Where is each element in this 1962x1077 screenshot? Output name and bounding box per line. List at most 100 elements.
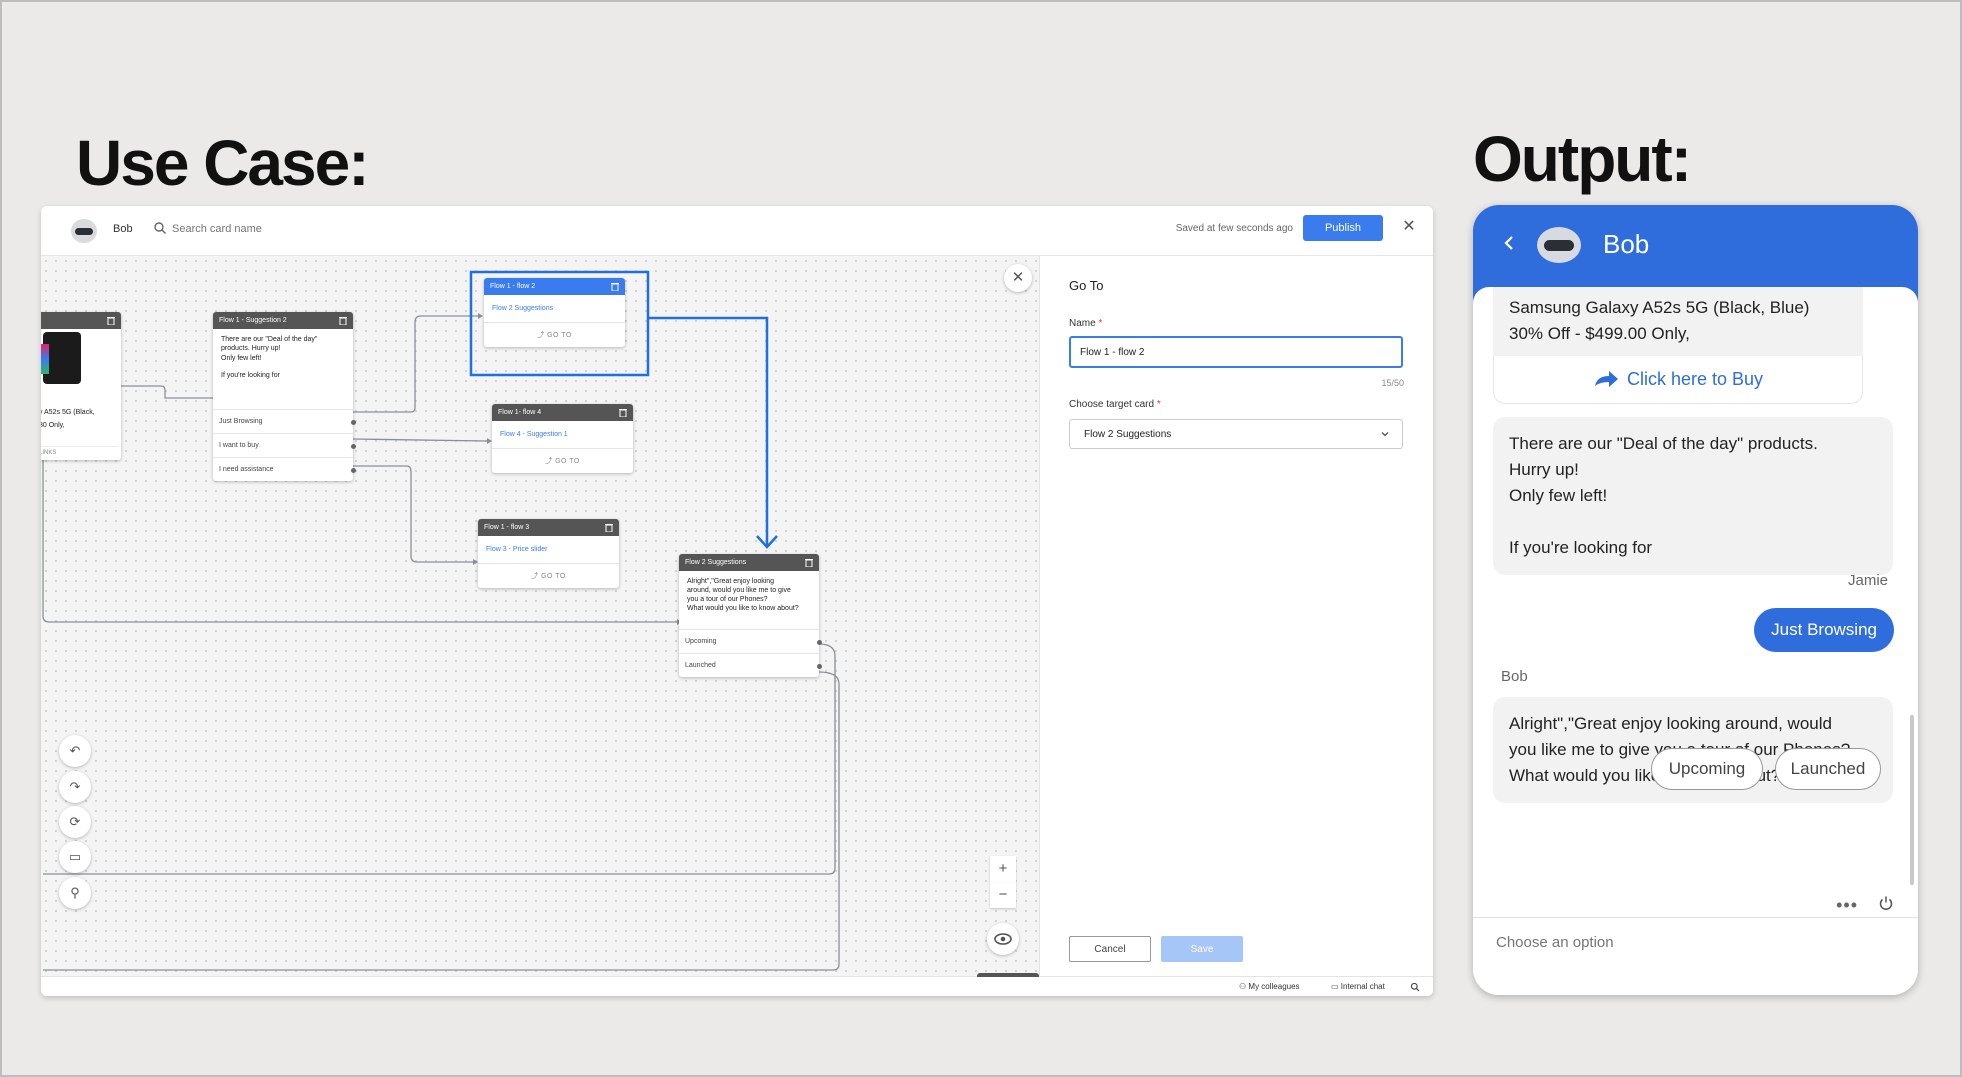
option-just-browsing[interactable]: Just Browsing — [213, 409, 356, 433]
product-message: Samsung Galaxy A52s 5G (Black, Blue) 30%… — [1493, 287, 1863, 357]
goto-text: GO TO — [541, 573, 566, 580]
connector-dot[interactable] — [817, 640, 822, 645]
option-upcoming[interactable]: Upcoming — [679, 629, 822, 653]
bot-avatar — [71, 219, 97, 243]
connector-dot[interactable] — [351, 468, 356, 473]
option-upcoming-chip[interactable]: Upcoming — [1651, 748, 1763, 790]
name-input[interactable] — [1069, 336, 1403, 368]
message-line: Only few left! — [1509, 486, 1608, 505]
builder-topbar: Bob Saved at few seconds ago Publish ✕ — [41, 206, 1433, 256]
message-line: There are our "Deal of the day" products… — [1509, 434, 1818, 453]
internal-chat-link[interactable]: ▭ Internal chat — [1331, 982, 1385, 991]
option-launched[interactable]: Launched — [679, 653, 822, 677]
user-name: Jamie — [1847, 572, 1888, 589]
cancel-button[interactable]: Cancel — [1069, 936, 1151, 962]
name-label: Name * — [1069, 318, 1102, 329]
goto-card-flow-3[interactable]: Flow 1 - flow 3 Flow 3 - Price slider ⤴ … — [478, 519, 619, 588]
chat-scrollbar[interactable] — [1910, 715, 1914, 885]
product-card[interactable]: y A52s 5G (Black, 30 Only, LINKS — [41, 312, 121, 460]
trash-icon[interactable] — [805, 558, 813, 567]
card-header — [41, 312, 121, 329]
connector-dot[interactable] — [817, 664, 822, 669]
card-header: Flow 1 - flow 2 — [484, 278, 625, 295]
connector-dot[interactable] — [351, 420, 356, 425]
target-card-select[interactable]: Flow 2 Suggestions — [1069, 419, 1403, 449]
goto-card-flow-2[interactable]: Flow 1 - flow 2 Flow 2 Suggestions ⤴ GO … — [484, 278, 625, 347]
suggestion-card-flow-2[interactable]: Flow 2 Suggestions Alright","Great enjoy… — [679, 554, 822, 677]
target-label: Choose target card * — [1069, 399, 1161, 410]
redo-icon[interactable]: ↷ — [59, 771, 91, 803]
chat-input-area — [1473, 917, 1918, 995]
goto-text: GO TO — [555, 458, 580, 465]
eye-icon[interactable] — [987, 923, 1019, 955]
undo-icon[interactable]: ↶ — [59, 735, 91, 767]
option-want-to-buy[interactable]: I want to buy — [213, 433, 356, 457]
char-count: 15/50 — [1381, 378, 1404, 388]
use-case-heading: Use Case: — [76, 127, 369, 199]
message-line: If you're looking for — [1509, 538, 1653, 557]
status-bar-tab[interactable] — [977, 973, 1039, 977]
flow-canvas[interactable]: y A52s 5G (Black, 30 Only, LINKS Flow 1 … — [41, 256, 1039, 976]
product-line-2: 30% Off - $499.00 Only, — [1509, 324, 1690, 343]
name-label-text: Name — [1069, 318, 1096, 329]
chat-messages[interactable]: Samsung Galaxy A52s 5G (Black, Blue) 30%… — [1473, 287, 1918, 917]
product-text: y A52s 5G (Black, 30 Only, — [41, 406, 95, 432]
card-title: Flow 1- flow 4 — [498, 409, 542, 416]
close-icon[interactable]: ✕ — [1400, 218, 1418, 236]
message-line: If you're looking for — [221, 372, 280, 380]
goto-card-flow-4[interactable]: Flow 1- flow 4 Flow 4 - Suggestion 1 ⤴ G… — [492, 404, 633, 473]
bot-avatar — [1537, 227, 1581, 263]
message-line: What would you like to know about? — [687, 605, 799, 613]
chat-input[interactable] — [1496, 934, 1876, 951]
settings-tool-icon[interactable]: ⚲ — [59, 877, 91, 909]
trash-icon[interactable] — [107, 316, 115, 325]
option-launched-chip[interactable]: Launched — [1775, 748, 1881, 790]
save-button[interactable]: Save — [1161, 936, 1243, 962]
power-icon[interactable] — [1878, 895, 1894, 911]
product-image-colors — [41, 344, 49, 374]
trash-icon[interactable] — [605, 523, 613, 532]
message-line: products. Hurry up! — [221, 345, 281, 353]
message-line: Alright","Great enjoy looking around, wo… — [1509, 714, 1832, 733]
zoom-out-icon[interactable]: − — [990, 882, 1016, 908]
product-links[interactable]: LINKS — [41, 446, 119, 456]
preview-icon[interactable]: ▭ — [59, 841, 91, 873]
option-label: I want to buy — [219, 442, 259, 449]
suggestion-card[interactable]: Flow 1 - Suggestion 2 There are our "Dea… — [213, 312, 356, 481]
connector-dot[interactable] — [351, 444, 356, 449]
option-label: Just Browsing — [219, 418, 263, 425]
bot-name: Bob — [113, 223, 133, 235]
card-title: Flow 1 - flow 2 — [490, 283, 536, 290]
message-line: Only few left! — [221, 354, 262, 362]
more-options-icon[interactable]: ••• — [1836, 895, 1858, 916]
message-line: There are our "Deal of the day" — [221, 336, 318, 343]
target-link[interactable]: Flow 2 Suggestions — [484, 295, 625, 323]
statusbar-search-icon[interactable] — [1410, 982, 1420, 994]
target-link[interactable]: Flow 4 - Suggestion 1 — [492, 421, 633, 449]
search-icon — [154, 222, 166, 234]
flow-builder-window: Bob Saved at few seconds ago Publish ✕ — [41, 206, 1433, 996]
target-link[interactable]: Flow 3 - Price slider — [478, 536, 619, 564]
buy-link-button[interactable]: Click here to Buy — [1493, 356, 1863, 404]
trash-icon[interactable] — [619, 408, 627, 417]
goto-label: ⤴ GO TO — [545, 458, 580, 465]
option-label: Launched — [685, 662, 716, 669]
trash-icon[interactable] — [611, 282, 619, 291]
back-icon[interactable] — [1501, 231, 1517, 255]
product-line-2: 30 Only, — [41, 422, 65, 429]
goto-label: ⤴ GO TO — [537, 332, 572, 339]
refresh-icon[interactable]: ⟳ — [59, 806, 91, 838]
target-label-text: Choose target card — [1069, 399, 1155, 410]
publish-button[interactable]: Publish — [1303, 215, 1383, 241]
card-header: Flow 1 - Suggestion 2 — [213, 312, 353, 329]
zoom-in-icon[interactable]: + — [990, 856, 1016, 882]
close-canvas-icon[interactable]: ✕ — [1004, 264, 1032, 292]
search-card-input[interactable] — [172, 223, 372, 235]
product-line-1: Samsung Galaxy A52s 5G (Black, Blue) — [1509, 298, 1810, 317]
required-mark: * — [1156, 399, 1161, 410]
option-need-assistance[interactable]: I need assistance — [213, 457, 356, 481]
chevron-down-icon — [1381, 432, 1389, 437]
trash-icon[interactable] — [339, 316, 347, 325]
my-colleagues-link[interactable]: ⚇ My colleagues — [1239, 982, 1300, 991]
output-heading: Output: — [1473, 123, 1692, 195]
